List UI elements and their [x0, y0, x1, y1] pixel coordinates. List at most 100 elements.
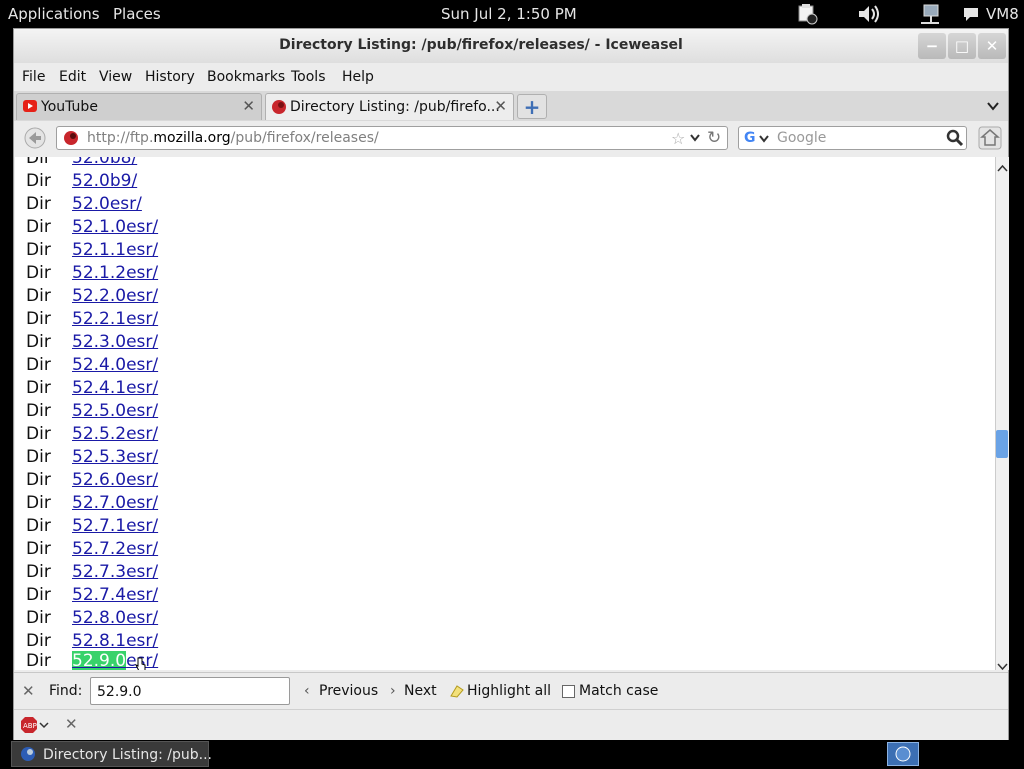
maximize-button[interactable]: □	[948, 33, 976, 59]
history-dropdown-icon[interactable]	[689, 132, 701, 148]
menu-edit[interactable]: Edit	[59, 69, 86, 85]
directory-link[interactable]: 52.2.0esr/	[72, 286, 158, 306]
directory-link[interactable]: 52.1.2esr/	[72, 263, 158, 283]
tab-list-chevron-icon[interactable]	[986, 98, 1000, 117]
url-bar[interactable]: http://ftp.mozilla.org/pub/firefox/relea…	[56, 126, 728, 150]
window-title: Directory Listing: /pub/firefox/releases…	[279, 37, 683, 53]
entry-type: Dir	[26, 286, 51, 306]
close-tab-icon[interactable]: ✕	[242, 97, 255, 115]
entry-type: Dir	[26, 585, 51, 605]
menu-view[interactable]: View	[99, 69, 132, 85]
directory-link[interactable]: 52.6.0esr/	[72, 470, 158, 490]
menu-help[interactable]: Help	[342, 69, 374, 85]
scrollbar-thumb[interactable]	[996, 430, 1008, 458]
directory-link[interactable]: 52.4.1esr/	[72, 378, 158, 398]
taskbar: Directory Listing: /pub...	[0, 740, 1024, 768]
directory-link[interactable]: 52.5.0esr/	[72, 401, 158, 421]
entry-type: Dir	[26, 194, 51, 214]
close-findbar-icon[interactable]: ✕	[22, 682, 35, 700]
chat-icon[interactable]	[962, 3, 984, 25]
find-bar: ✕ Find: 52.9.0 ‹ Previous › Next Highlig…	[14, 672, 1008, 709]
directory-link[interactable]: 52.5.2esr/	[72, 424, 158, 444]
entry-type: Dir	[26, 355, 51, 375]
new-tab-button[interactable]: +	[517, 94, 547, 119]
menu-bookmarks[interactable]: Bookmarks	[207, 69, 285, 85]
vertical-scrollbar[interactable]	[995, 157, 1009, 671]
entry-type: Dir	[26, 562, 51, 582]
volume-icon[interactable]	[857, 3, 879, 25]
match-case-label[interactable]: Match case	[579, 683, 658, 699]
find-input[interactable]: 52.9.0	[90, 677, 290, 705]
directory-link[interactable]: 52.3.0esr/	[72, 332, 158, 352]
bookmark-star-icon[interactable]: ☆	[671, 129, 685, 148]
directory-link[interactable]: 52.7.3esr/	[72, 562, 158, 582]
find-next-button[interactable]: Next	[404, 683, 437, 699]
previous-arrow-icon[interactable]: ‹	[304, 683, 310, 699]
directory-link[interactable]: 52.8.1esr/	[72, 631, 158, 651]
directory-link[interactable]: 52.2.1esr/	[72, 309, 158, 329]
user-menu[interactable]: VM8	[986, 5, 1019, 23]
entry-type: Dir	[26, 470, 51, 490]
clock[interactable]: Sun Jul 2, 1:50 PM	[441, 5, 577, 23]
titlebar[interactable]: Directory Listing: /pub/firefox/releases…	[14, 29, 1008, 63]
entry-type: Dir	[26, 263, 51, 283]
places-menu[interactable]: Places	[113, 5, 161, 23]
close-window-button[interactable]: ✕	[978, 33, 1006, 59]
search-engine-dropdown-icon[interactable]	[759, 132, 769, 148]
entry-type: Dir	[26, 332, 51, 352]
reload-icon[interactable]: ↻	[707, 128, 721, 148]
entry-type: Dir	[26, 217, 51, 237]
entry-type: Dir	[26, 171, 51, 191]
directory-link[interactable]: 52.7.1esr/	[72, 516, 158, 536]
entry-type: Dir	[26, 401, 51, 421]
directory-link[interactable]: 52.0esr/	[72, 194, 142, 214]
directory-link[interactable]: 52.8.0esr/	[72, 608, 158, 628]
network-icon[interactable]	[919, 3, 941, 25]
directory-link[interactable]: 52.1.1esr/	[72, 240, 158, 260]
page-content: Dir 52.0b8/ Dir 52.0b9/Dir 52.0esr/Dir 52.1…	[15, 157, 995, 670]
menu-file[interactable]: File	[22, 69, 45, 85]
mouse-cursor-icon	[134, 657, 148, 670]
minimize-button[interactable]: −	[918, 33, 946, 59]
match-case-checkbox[interactable]	[562, 685, 575, 698]
search-icon[interactable]	[946, 129, 964, 151]
entry-type: Dir	[26, 608, 51, 628]
entry-type: Dir	[26, 240, 51, 260]
directory-link[interactable]: 52.7.4esr/	[72, 585, 158, 605]
directory-link[interactable]: 52.4.0esr/	[72, 355, 158, 375]
back-icon[interactable]	[24, 127, 46, 153]
youtube-icon	[23, 100, 37, 116]
applications-menu[interactable]: Applications	[8, 5, 100, 23]
highlight-all-button[interactable]: Highlight all	[467, 683, 551, 699]
browser-window: Directory Listing: /pub/firefox/releases…	[13, 28, 1009, 740]
scroll-up-icon[interactable]	[997, 159, 1008, 178]
menu-history[interactable]: History	[145, 69, 195, 85]
directory-link[interactable]: 52.7.2esr/	[72, 539, 158, 559]
taskbar-window-button[interactable]: Directory Listing: /pub...	[11, 741, 212, 767]
search-bar[interactable]: G Google	[738, 126, 967, 150]
directory-link[interactable]: 52.5.3esr/	[72, 447, 158, 467]
site-identity-icon[interactable]	[62, 130, 80, 150]
close-tab-icon[interactable]: ✕	[494, 97, 507, 115]
next-arrow-icon[interactable]: ›	[390, 683, 396, 699]
search-input[interactable]: Google	[777, 130, 826, 146]
tab-directory-listing[interactable]: Directory Listing: /pub/firefo... ✕	[265, 93, 514, 120]
tab-bar: YouTube ✕ Directory Listing: /pub/firefo…	[14, 91, 1008, 122]
directory-link[interactable]: 52.1.0esr/	[72, 217, 158, 237]
taskbar-window-title: Directory Listing: /pub...	[43, 747, 212, 763]
adblock-icon[interactable]: ABP	[20, 716, 50, 738]
close-addonbar-icon[interactable]: ✕	[65, 715, 78, 733]
directory-link[interactable]: 52.0b8/	[72, 157, 137, 168]
workspace-switcher[interactable]	[887, 742, 919, 766]
notification-icon[interactable]	[797, 3, 819, 25]
entry-type: Dir	[26, 447, 51, 467]
tab-label: Directory Listing: /pub/firefo...	[290, 99, 500, 115]
find-previous-button[interactable]: Previous	[319, 683, 378, 699]
tab-youtube[interactable]: YouTube ✕	[16, 93, 262, 120]
home-icon[interactable]	[978, 126, 1002, 154]
highlighter-icon	[449, 684, 465, 702]
directory-link[interactable]: 52.7.0esr/	[72, 493, 158, 513]
menu-tools[interactable]: Tools	[291, 69, 326, 85]
google-icon[interactable]: G	[744, 130, 756, 146]
directory-link[interactable]: 52.0b9/	[72, 171, 137, 191]
